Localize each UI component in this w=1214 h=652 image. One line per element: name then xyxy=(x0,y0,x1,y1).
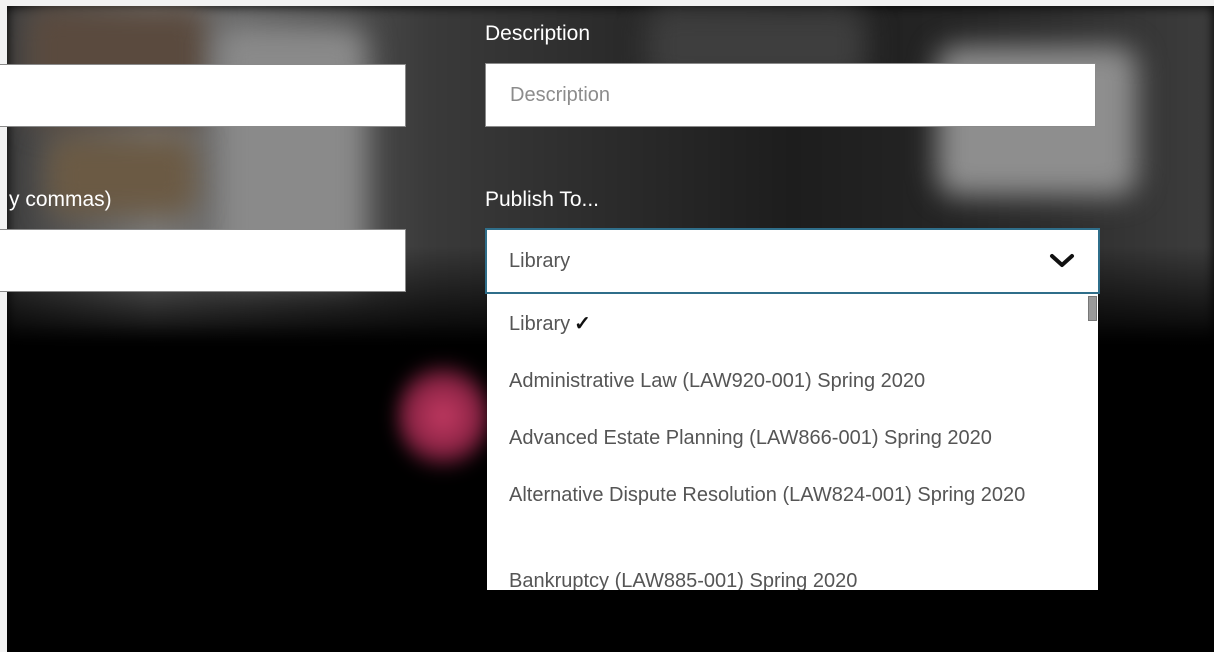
option-label: Library xyxy=(509,313,571,335)
option-bankruptcy[interactable]: Bankruptcy (LAW885-001) Spring 2020 xyxy=(487,551,1098,590)
chevron-down-icon[interactable] xyxy=(1048,247,1076,275)
tags-field[interactable] xyxy=(0,229,406,292)
publish-to-selected-value: Library xyxy=(509,249,571,272)
publish-to-dropdown[interactable]: Library ✓ Administrative Law (LAW920-001)… xyxy=(487,294,1098,590)
option-alternative-dispute-resolution[interactable]: Alternative Dispute Resolution (LAW824-0… xyxy=(487,465,1098,551)
title-field[interactable] xyxy=(0,64,406,127)
pink-glow xyxy=(395,358,491,474)
check-icon: ✓ xyxy=(574,313,591,335)
option-library[interactable]: Library ✓ xyxy=(487,294,1098,351)
scrollbar-thumb[interactable] xyxy=(1088,296,1097,321)
description-field[interactable] xyxy=(485,63,1096,127)
description-label: Description xyxy=(485,22,591,45)
publish-to-select[interactable]: Library xyxy=(485,228,1100,294)
publish-options-list: Library ✓ Administrative Law (LAW920-001)… xyxy=(487,294,1098,590)
tags-label: y commas) xyxy=(9,188,112,211)
option-advanced-estate-planning[interactable]: Advanced Estate Planning (LAW866-001) Sp… xyxy=(487,408,1098,465)
dropdown-scrollbar[interactable] xyxy=(1087,294,1098,590)
option-administrative-law[interactable]: Administrative Law (LAW920-001) Spring 2… xyxy=(487,351,1098,408)
publish-to-label: Publish To... xyxy=(485,188,600,211)
